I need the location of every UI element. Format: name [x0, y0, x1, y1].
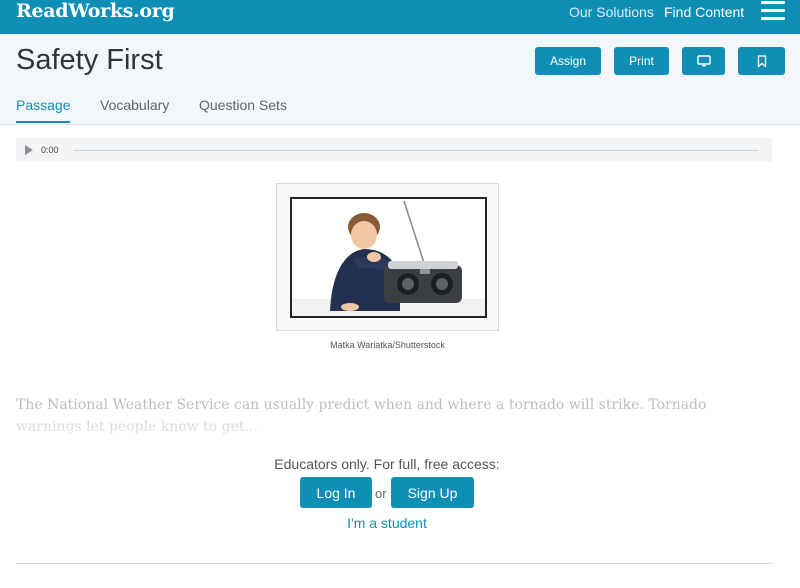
or-separator: or — [375, 486, 387, 501]
top-nav-bar: ReadWorks.org Our Solutions Find Content — [0, 0, 800, 34]
play-icon[interactable] — [25, 145, 33, 155]
tab-vocabulary[interactable]: Vocabulary — [100, 97, 169, 113]
footer-divider — [16, 563, 772, 564]
bookmark-icon — [757, 54, 766, 68]
projector-button[interactable] — [682, 47, 725, 75]
audio-time: 0:00 — [41, 145, 59, 155]
login-button[interactable]: Log In — [300, 477, 372, 508]
nav-find-content[interactable]: Find Content — [664, 4, 744, 20]
assign-button[interactable]: Assign — [535, 47, 601, 75]
page-title: Safety First — [16, 44, 163, 76]
passage-image-frame — [276, 183, 499, 331]
tab-passage[interactable]: Passage — [16, 97, 71, 123]
nav-our-solutions[interactable]: Our Solutions — [569, 4, 654, 20]
educators-access-message: Educators only. For full, free access: — [274, 456, 500, 472]
monitor-icon — [696, 55, 711, 67]
print-button[interactable]: Print — [614, 47, 669, 75]
bookmark-button[interactable] — [738, 47, 785, 75]
signup-button[interactable]: Sign Up — [391, 477, 474, 508]
readworks-logo[interactable]: ReadWorks.org — [16, 0, 175, 22]
audio-progress-track[interactable] — [74, 150, 758, 151]
hamburger-icon[interactable] — [761, 1, 785, 21]
passage-photo — [290, 197, 487, 318]
article-header: Safety First Assign Print Passage Vocabu… — [0, 34, 800, 125]
tab-question-sets[interactable]: Question Sets — [199, 97, 287, 113]
image-caption: Matka Wariatka/Shutterstock — [330, 340, 445, 350]
passage-fade-overlay — [0, 404, 800, 444]
student-link[interactable]: I'm a student — [0, 515, 774, 531]
audio-player: 0:00 — [16, 138, 772, 162]
